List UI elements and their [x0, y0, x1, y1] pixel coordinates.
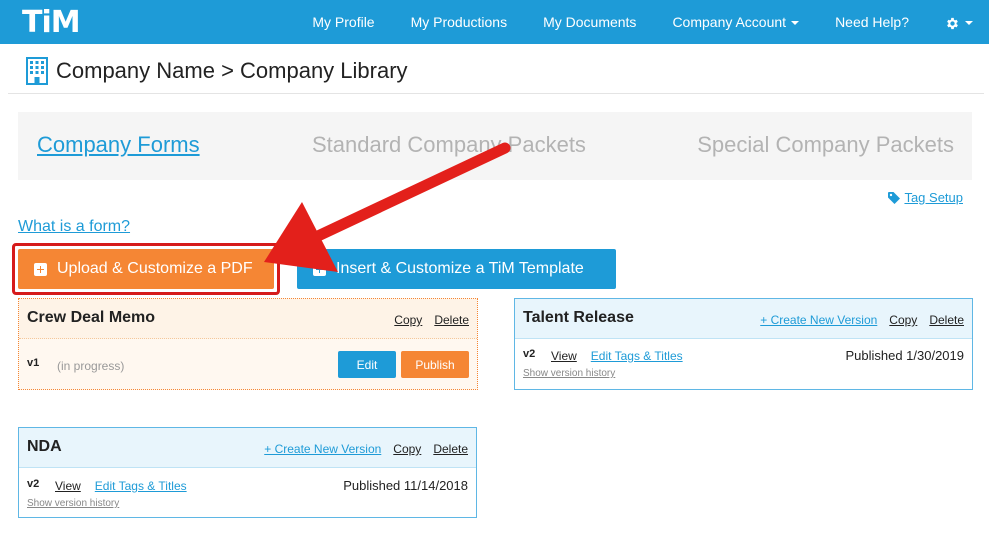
card-title: NDA [27, 438, 62, 455]
version-row: v2 View Edit Tags & Titles Published 1/3… [515, 339, 972, 389]
create-new-version-link[interactable]: + Create New Version [264, 442, 381, 456]
tab-standard-company-packets[interactable]: Standard Company Packets [312, 132, 586, 158]
chevron-down-icon [965, 21, 973, 26]
nav-my-documents[interactable]: My Documents [525, 0, 654, 44]
tab-special-company-packets[interactable]: Special Company Packets [697, 132, 954, 158]
delete-link[interactable]: Delete [433, 442, 468, 456]
form-card-talent-release: Talent Release + Create New Version Copy… [514, 298, 973, 390]
published-date: Published 1/30/2019 [845, 348, 964, 363]
top-navbar: TiM My Profile My Productions My Documen… [0, 0, 989, 44]
copy-link[interactable]: Copy [393, 442, 421, 456]
copy-link[interactable]: Copy [394, 313, 422, 327]
edit-button[interactable]: Edit [338, 351, 396, 378]
card-actions: + Create New Version Copy Delete [264, 442, 468, 456]
tag-icon [888, 191, 901, 204]
card-header: Talent Release + Create New Version Copy… [515, 299, 972, 339]
settings-menu[interactable] [927, 0, 989, 44]
what-is-a-form-link[interactable]: What is a form? [18, 218, 130, 236]
tim-logo[interactable]: TiM [22, 4, 81, 40]
nav-menu: My Profile My Productions My Documents C… [294, 0, 989, 44]
card-title: Crew Deal Memo [27, 309, 156, 326]
form-card-nda: NDA + Create New Version Copy Delete v2 … [18, 427, 477, 518]
show-version-history-link[interactable]: Show version history [523, 368, 615, 379]
plus-icon [313, 262, 326, 276]
library-tabs: Company Forms Standard Company Packets S… [18, 112, 972, 180]
nav-my-productions[interactable]: My Productions [393, 0, 525, 44]
nav-company-account[interactable]: Company Account [654, 0, 817, 44]
nav-company-account-label: Company Account [672, 14, 787, 30]
logo-text: TiM [22, 4, 81, 40]
page-title: Company Name > Company Library [56, 58, 408, 83]
show-version-history-link[interactable]: Show version history [27, 498, 119, 509]
edit-tags-titles-link[interactable]: Edit Tags & Titles [591, 349, 683, 363]
page-header: Company Name > Company Library [26, 54, 408, 88]
edit-tags-titles-link[interactable]: Edit Tags & Titles [95, 479, 187, 493]
view-link[interactable]: View [55, 479, 81, 493]
card-title: Talent Release [523, 309, 634, 326]
form-card-crew-deal-memo: Crew Deal Memo Copy Delete v1 (in progre… [18, 298, 478, 390]
highlight-box [12, 243, 280, 295]
header-divider [8, 93, 984, 94]
nav-need-help[interactable]: Need Help? [817, 0, 927, 44]
delete-link[interactable]: Delete [929, 313, 964, 327]
version-row: v2 View Edit Tags & Titles Published 11/… [19, 468, 476, 518]
view-link[interactable]: View [551, 349, 577, 363]
gear-icon [947, 17, 958, 29]
insert-customize-template-button[interactable]: Insert & Customize a TiM Template [297, 249, 616, 289]
chevron-down-icon [791, 21, 800, 26]
card-header: Crew Deal Memo Copy Delete [19, 299, 477, 339]
nav-my-profile[interactable]: My Profile [294, 0, 392, 44]
create-new-version-link[interactable]: + Create New Version [760, 313, 877, 327]
building-icon [26, 57, 48, 85]
card-actions: Copy Delete [394, 313, 469, 327]
published-date: Published 11/14/2018 [343, 478, 468, 493]
tag-setup-label: Tag Setup [904, 190, 963, 205]
publish-button[interactable]: Publish [401, 351, 469, 378]
status-text: (in progress) [57, 359, 125, 373]
version-label: v2 [27, 478, 40, 490]
insert-button-label: Insert & Customize a TiM Template [336, 260, 584, 277]
version-row: v1 (in progress) Edit Publish [19, 339, 477, 389]
delete-link[interactable]: Delete [434, 313, 469, 327]
tag-setup-link[interactable]: Tag Setup [888, 190, 963, 205]
copy-link[interactable]: Copy [889, 313, 917, 327]
card-actions: + Create New Version Copy Delete [760, 313, 964, 327]
version-label: v1 [27, 357, 40, 369]
tab-company-forms[interactable]: Company Forms [37, 132, 200, 158]
card-header: NDA + Create New Version Copy Delete [19, 428, 476, 468]
version-links: View Edit Tags & Titles [55, 479, 187, 493]
version-links: View Edit Tags & Titles [551, 349, 683, 363]
version-label: v2 [523, 348, 536, 360]
